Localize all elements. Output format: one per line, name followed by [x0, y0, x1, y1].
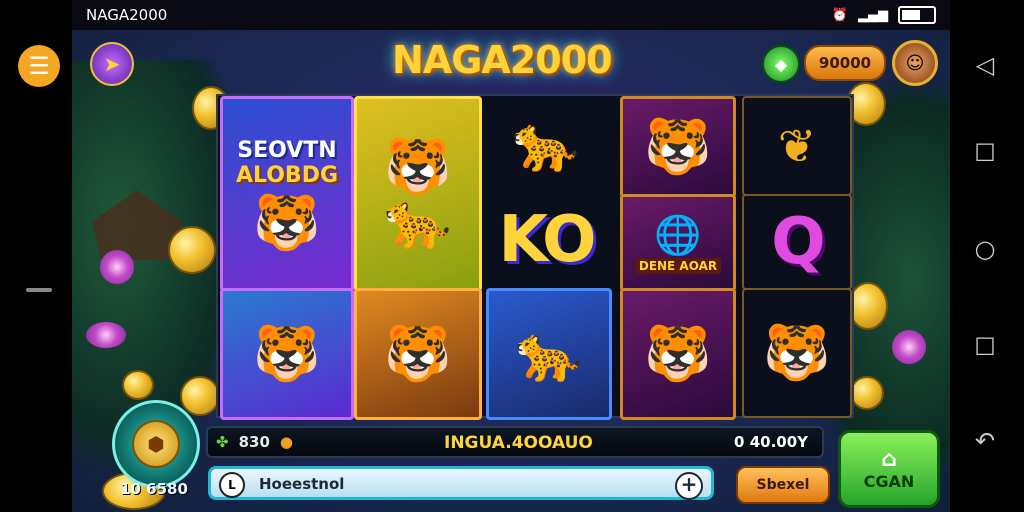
balance-display: 90000 [804, 45, 886, 81]
green-panther-icon: 🐆 [384, 189, 452, 252]
action-button[interactable]: ⌂ CGAN [838, 430, 940, 508]
reel-tile: 🐯 [742, 288, 852, 418]
reel-5: ❦ Q 🐯 [740, 96, 852, 418]
home-cash-icon: ⌂ [881, 447, 897, 472]
status-bar: NAGA2000 ⏰ ▂▄▆ [72, 0, 950, 30]
letter-symbol: KO [498, 203, 596, 277]
compass-button[interactable]: ➤ [90, 42, 134, 86]
tiger-icon: 🐯 [384, 135, 452, 198]
reel-tile: KO [484, 194, 608, 286]
menu-icon: ☰ [28, 52, 50, 80]
flower-decor [86, 322, 126, 348]
pink-tiger-icon: 🐯 [644, 322, 712, 385]
blue-panther-icon: 🐆 [512, 112, 580, 175]
gem-button[interactable]: ◆ [762, 45, 800, 83]
coin-decor [180, 376, 220, 416]
coin-bag-icon: ● [279, 433, 293, 451]
reel-tile: 🐯 [620, 96, 736, 198]
tiger-icon: 🐯 [253, 322, 321, 385]
status-icons: ⏰ ▂▄▆ [832, 6, 936, 24]
reel-tile: ❦ [742, 96, 852, 196]
reel-tile: 🐯 [220, 288, 354, 420]
reel-4: 🐯 🌐 DENE AOAR 🐯 [618, 96, 736, 420]
reel-tile: 🐆 [484, 96, 608, 192]
input-icon: L [219, 472, 245, 498]
pink-tiger-icon: 🐯 [644, 115, 712, 178]
signal-icon: ▂▄▆ [858, 7, 888, 23]
leaf-symbol-icon: ❦ [777, 119, 817, 173]
reel-tile: Q [742, 194, 852, 290]
tiger-icon: 🐯 [384, 322, 452, 385]
system-nav-bar: ◁ ☐ ○ ☐ ↶ [950, 0, 1024, 512]
game-title: NAGA2000 [392, 38, 613, 82]
menu-button[interactable]: ☰ [18, 45, 60, 87]
battery-icon [898, 6, 936, 24]
clover-icon: ✤ [216, 433, 229, 451]
coin-decor [850, 376, 884, 410]
reel-1: SEOVTN ALOBDG 🐯 🐯 [218, 96, 354, 420]
logo-line-1: SEOVTN [237, 138, 337, 163]
reel-tile: 🐆 [486, 288, 612, 420]
logo-line-2: ALOBDG [235, 163, 339, 188]
info-bar: ✤ 830 ● INGUA.4OOAUO 0 40.00Y [206, 426, 824, 458]
recents-icon[interactable]: ☐ [970, 138, 1000, 168]
coin-decor [848, 282, 888, 330]
green-panther-icon: 🐆 [515, 322, 583, 385]
flower-decor [892, 330, 926, 364]
reel-grid: SEOVTN ALOBDG 🐯 🐯 🐯 🐆 🐯 🐆 KO 🐆 🐯 🌐 DENE … [216, 94, 854, 420]
left-edge-panel: ☰ [0, 0, 72, 512]
avatar[interactable]: ☺ [892, 40, 938, 86]
coin-decor [122, 370, 154, 400]
globe-badge-icon: 🌐 [654, 212, 702, 257]
flower-decor [100, 250, 134, 284]
gem-icon: ◆ [774, 54, 788, 74]
home-icon[interactable]: ○ [970, 234, 1000, 264]
reel-tile: 🐯 🐆 [354, 96, 482, 292]
input-text: Hoeestnol [259, 475, 345, 493]
badge-label: DENE AOAR [634, 257, 722, 274]
return-icon[interactable]: ↶ [970, 426, 1000, 456]
letter-symbol: Q [771, 205, 825, 279]
reel-3: 🐆 KO 🐆 [484, 96, 612, 420]
select-button[interactable]: Sbexel [736, 466, 830, 504]
spin-total: 10 6580 [120, 480, 188, 498]
green-tiger-icon: 🐯 [763, 321, 831, 384]
reel-tile: 🐯 [354, 288, 482, 420]
reel-tile: SEOVTN ALOBDG 🐯 [220, 96, 354, 292]
alarm-icon: ⏰ [831, 7, 848, 23]
avatar-icon: ☺ [905, 52, 925, 74]
overview-icon[interactable]: ☐ [970, 332, 1000, 362]
credits-display: ✤ 830 ● [216, 433, 293, 451]
reel-2: 🐯 🐆 🐯 [354, 96, 482, 420]
reel-tile: 🐯 [620, 288, 736, 420]
pink-tiger-icon: 🐯 [253, 191, 321, 254]
plus-button[interactable]: + [675, 472, 703, 500]
spin-icon: ⬢ [132, 420, 180, 468]
bet-input[interactable]: L Hoeestnol + [208, 466, 714, 500]
info-label: INGUA.4OOAUO [444, 433, 593, 453]
side-handle[interactable] [26, 288, 52, 292]
coin-decor [168, 226, 216, 274]
action-button-label: CGAN [863, 472, 915, 491]
win-display: 0 40.00Y [734, 433, 808, 451]
back-icon[interactable]: ◁ [970, 50, 1000, 80]
compass-icon: ➤ [103, 52, 121, 76]
spin-button[interactable]: ⬢ [112, 400, 200, 488]
game-area: ➤ NAGA2000 ◆ 90000 ☺ SEOVTN ALOBDG 🐯 🐯 🐯… [72, 30, 950, 512]
reel-tile: 🌐 DENE AOAR [620, 194, 736, 292]
status-app-name: NAGA2000 [86, 6, 168, 24]
credits-value: 830 [238, 433, 270, 451]
